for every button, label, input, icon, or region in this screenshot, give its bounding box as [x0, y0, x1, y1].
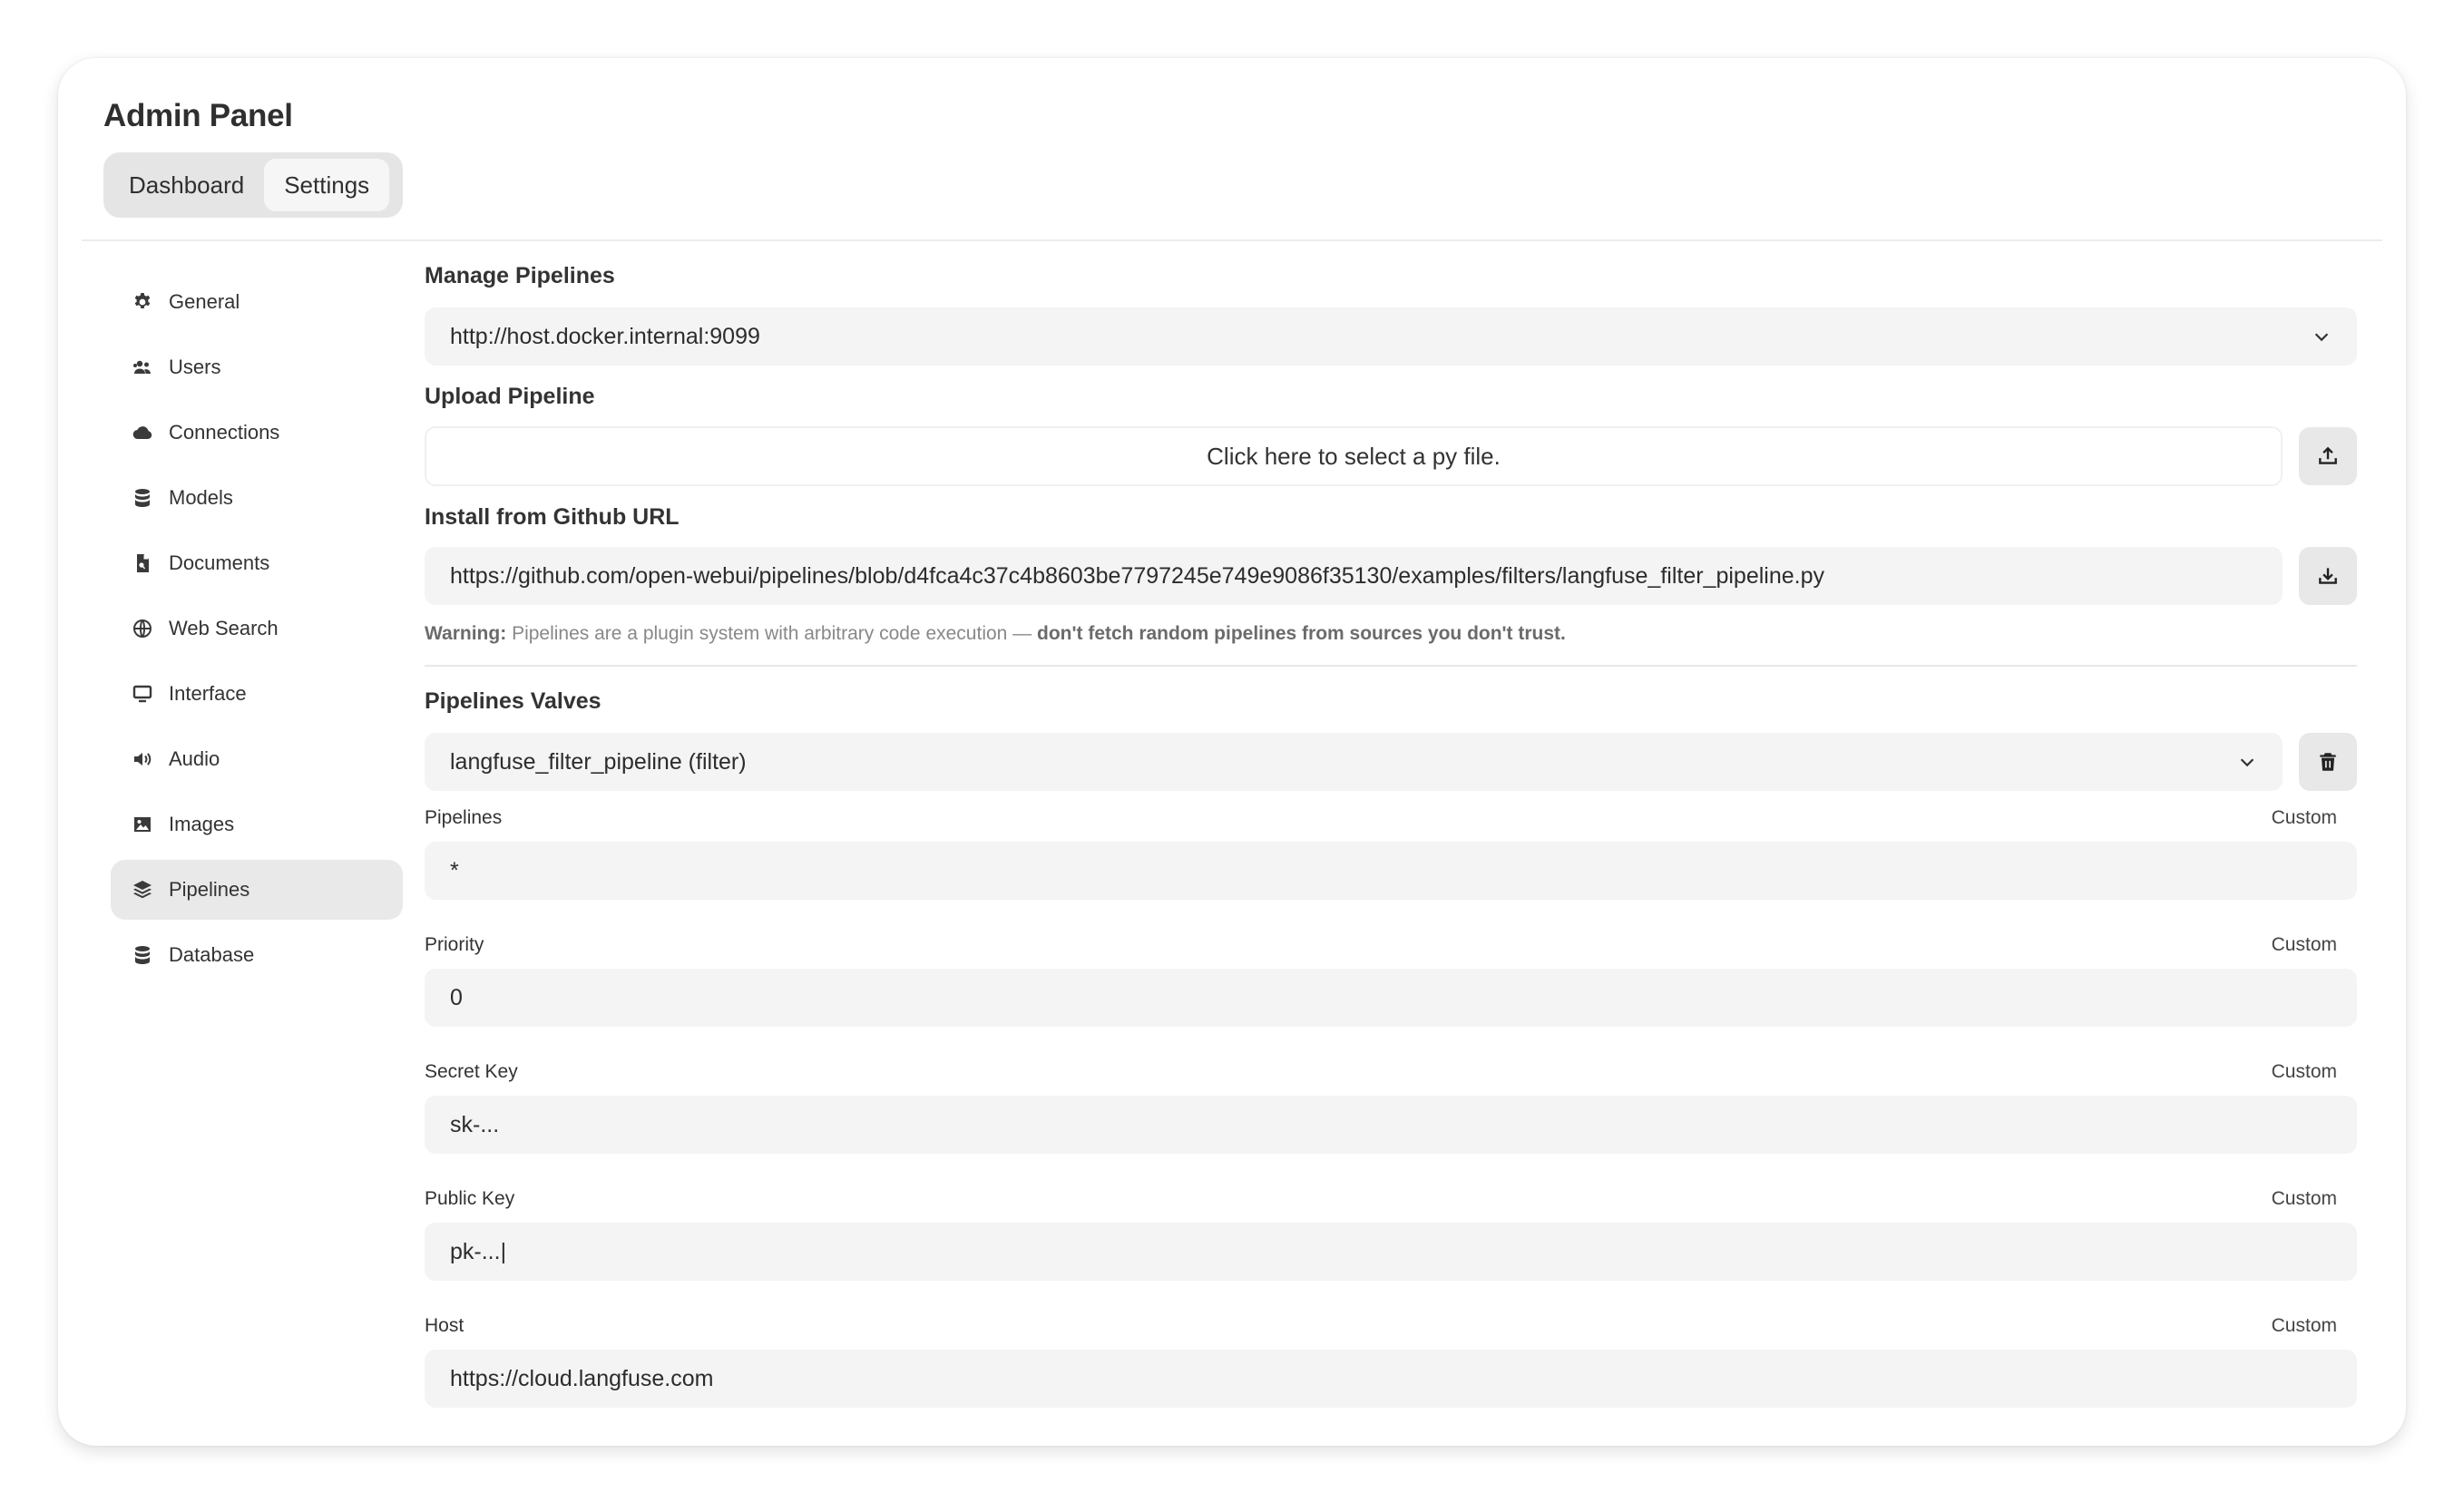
sidebar-item-models[interactable]: Models	[111, 468, 403, 528]
users-icon	[131, 356, 154, 379]
database-icon	[131, 943, 154, 967]
download-icon	[2319, 568, 2337, 584]
gear-icon	[131, 290, 154, 314]
custom-toggle[interactable]: Custom	[2272, 807, 2337, 829]
sidebar-item-general[interactable]: General	[111, 272, 403, 332]
valve-field: Secret Key Custom sk-...	[425, 1061, 2357, 1154]
cloud-icon	[131, 421, 154, 444]
sidebar-item-images[interactable]: Images	[111, 795, 403, 854]
valve-input-host[interactable]: https://cloud.langfuse.com	[425, 1350, 2357, 1408]
sidebar-item-label: Images	[169, 813, 235, 835]
sidebar-item-interface[interactable]: Interface	[111, 664, 403, 724]
valve-field: Host Custom https://cloud.langfuse.com	[425, 1315, 2357, 1408]
chevron-down-icon	[2240, 758, 2254, 767]
header-divider	[82, 239, 2382, 241]
valve-fields: Pipelines Custom * Priority Custom 0 Sec…	[425, 807, 2357, 1408]
trash-icon	[2320, 753, 2336, 771]
globe-icon	[131, 617, 154, 640]
valve-label: Pipelines	[425, 807, 503, 828]
custom-toggle[interactable]: Custom	[2272, 1315, 2337, 1337]
sidebar-item-label: General	[169, 290, 240, 313]
admin-panel: Admin Panel Dashboard Settings General U…	[58, 58, 2406, 1446]
pipelines-settings: Manage Pipelines http://host.docker.inte…	[425, 261, 2357, 1408]
document-icon	[131, 551, 154, 575]
warning-text: Warning: Pipelines are a plugin system w…	[425, 623, 2357, 645]
chevron-down-icon	[2314, 333, 2329, 342]
page-title: Admin Panel	[103, 98, 293, 133]
valve-input-public-key[interactable]: pk-...|	[425, 1223, 2357, 1281]
warning-label: Warning:	[425, 623, 507, 644]
sidebar-item-label: Models	[169, 486, 233, 509]
valve-label: Priority	[425, 934, 484, 955]
pipeline-url-value: http://host.docker.internal:9099	[450, 323, 760, 349]
sidebar-item-connections[interactable]: Connections	[111, 403, 403, 463]
valve-label: Secret Key	[425, 1061, 518, 1082]
sidebar-item-label: Pipelines	[169, 878, 250, 901]
valve-input-pipelines[interactable]: *	[425, 842, 2357, 900]
custom-toggle[interactable]: Custom	[2272, 934, 2337, 956]
layers-icon	[131, 878, 154, 902]
sidebar-item-web-search[interactable]: Web Search	[111, 599, 403, 658]
sidebar-item-documents[interactable]: Documents	[111, 533, 403, 593]
file-select-area[interactable]: Click here to select a py file.	[425, 426, 2283, 486]
sidebar-item-label: Web Search	[169, 617, 279, 639]
tab-settings[interactable]: Settings	[264, 159, 390, 211]
valve-input-secret-key[interactable]: sk-...	[425, 1096, 2357, 1154]
valve-field: Pipelines Custom *	[425, 807, 2357, 900]
selected-pipeline-value: langfuse_filter_pipeline (filter)	[450, 748, 747, 775]
sidebar-item-audio[interactable]: Audio	[111, 729, 403, 789]
custom-toggle[interactable]: Custom	[2272, 1188, 2337, 1210]
delete-pipeline-button[interactable]	[2299, 733, 2357, 791]
sidebar-item-label: Database	[169, 943, 255, 966]
image-icon	[131, 813, 154, 836]
section-divider	[425, 665, 2357, 667]
valve-label: Public Key	[425, 1188, 515, 1209]
upload-button[interactable]	[2299, 427, 2357, 485]
sidebar-item-users[interactable]: Users	[111, 337, 403, 397]
download-button[interactable]	[2299, 547, 2357, 605]
speaker-icon	[131, 747, 154, 771]
settings-sidebar: General Users Connections Models Documen…	[111, 272, 403, 990]
upload-pipeline-title: Upload Pipeline	[425, 384, 595, 409]
top-tabs: Dashboard Settings	[103, 152, 403, 218]
valve-field: Public Key Custom pk-...|	[425, 1188, 2357, 1281]
valve-field: Priority Custom 0	[425, 934, 2357, 1027]
tab-dashboard[interactable]: Dashboard	[109, 159, 264, 211]
pipeline-url-select[interactable]: http://host.docker.internal:9099	[425, 307, 2357, 366]
manage-pipelines-title: Manage Pipelines	[425, 263, 615, 288]
valve-label: Host	[425, 1315, 464, 1336]
pipelines-valves-title: Pipelines Valves	[425, 688, 601, 714]
pipeline-valve-select[interactable]: langfuse_filter_pipeline (filter)	[425, 733, 2283, 791]
valve-input-priority[interactable]: 0	[425, 969, 2357, 1027]
sidebar-item-label: Documents	[169, 551, 270, 574]
warning-emphasis: don't fetch random pipelines from source…	[1037, 623, 1566, 644]
monitor-icon	[131, 682, 154, 706]
sidebar-item-database[interactable]: Database	[111, 925, 403, 985]
database-icon	[131, 486, 154, 510]
github-install-title: Install from Github URL	[425, 504, 680, 530]
upload-icon	[2319, 446, 2337, 464]
sidebar-item-label: Interface	[169, 682, 247, 705]
github-url-input[interactable]: https://github.com/open-webui/pipelines/…	[425, 547, 2283, 605]
sidebar-item-label: Users	[169, 356, 221, 378]
sidebar-item-label: Audio	[169, 747, 220, 770]
custom-toggle[interactable]: Custom	[2272, 1061, 2337, 1083]
sidebar-item-label: Connections	[169, 421, 280, 444]
sidebar-item-pipelines[interactable]: Pipelines	[111, 860, 403, 920]
warning-message: Pipelines are a plugin system with arbit…	[512, 623, 1038, 644]
